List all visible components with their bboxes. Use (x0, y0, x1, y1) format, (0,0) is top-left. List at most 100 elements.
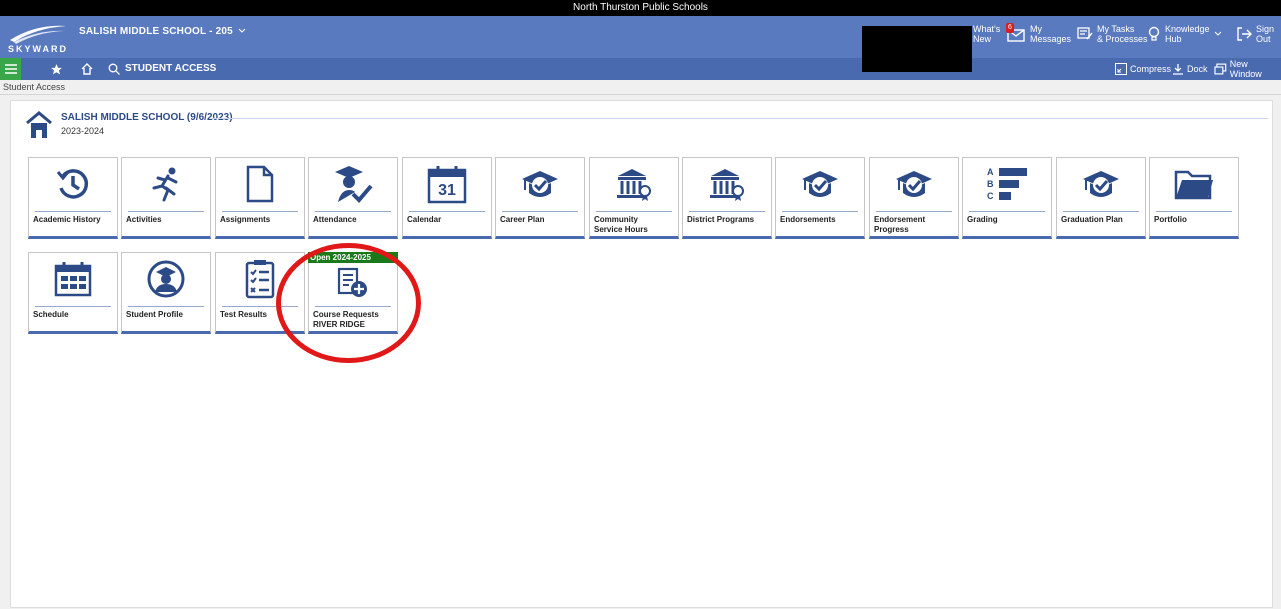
calendar-day: 31 (438, 182, 456, 199)
cap-check-icon (870, 161, 958, 207)
my-tasks-label: My Tasks & Processes (1097, 24, 1148, 44)
calendar-icon: 31 (403, 161, 491, 207)
sign-out-label: Sign Out (1256, 24, 1275, 44)
tile-calendar[interactable]: 31 Calendar (402, 157, 492, 239)
app-header: SKYWARD SALISH MIDDLE SCHOOL - 205 What'… (0, 16, 1281, 58)
tile-label: Grading (967, 215, 998, 224)
tile-community-service-hours[interactable]: Community Service Hours (589, 157, 679, 239)
cap-check-icon (1057, 161, 1145, 207)
menu-button[interactable] (0, 58, 21, 80)
grade-letter: B (987, 179, 994, 189)
logo-text: SKYWARD (8, 44, 69, 54)
tile-label: Academic History (33, 215, 101, 224)
grades-icon: A B C (963, 161, 1051, 207)
tile-label: Calendar (407, 215, 442, 224)
dock-label: Dock (1187, 64, 1208, 74)
knowledge-hub-button[interactable]: Knowledge Hub (1147, 24, 1222, 44)
messages-icon: 6 (1006, 23, 1026, 43)
school-title: SALISH MIDDLE SCHOOL - 205 (79, 26, 233, 37)
tile-label: Community Service Hours (594, 215, 648, 234)
my-messages-button[interactable]: 6 My Messages (1006, 23, 1072, 44)
tile-label: Career Plan (500, 215, 545, 224)
page-title: STUDENT ACCESS (125, 63, 217, 74)
tile-attendance[interactable]: Attendance (308, 157, 398, 239)
tile-grading[interactable]: A B C Grading (962, 157, 1052, 239)
building-award-icon (683, 161, 771, 207)
breadcrumb-label: Student Access (3, 82, 66, 92)
knowledge-hub-label: Knowledge Hub (1165, 24, 1210, 44)
tile-label: Student Profile (126, 310, 183, 319)
chevron-down-icon (1214, 31, 1221, 36)
new-window-icon (1214, 63, 1227, 75)
section-title: SALISH MIDDLE SCHOOL (9/6/2023) (61, 112, 233, 123)
star-icon (50, 63, 62, 74)
tile-label: Activities (126, 215, 162, 224)
tile-label: District Programs (687, 215, 755, 224)
dock-icon (1173, 64, 1183, 75)
cap-check-icon (496, 161, 584, 207)
whats-new-button[interactable]: What's New (973, 24, 1000, 44)
whats-new-label: What's New (973, 24, 1001, 44)
dock-button[interactable]: Dock (1172, 58, 1208, 80)
new-window-label: New Window (1229, 59, 1262, 79)
graduate-check-icon (309, 161, 397, 207)
new-window-button[interactable]: New Window (1214, 58, 1281, 80)
running-person-icon (122, 161, 210, 207)
tile-label: Schedule (33, 310, 69, 319)
home-icon (81, 63, 93, 75)
tile-activities[interactable]: Activities (121, 157, 211, 239)
redacted-block (862, 26, 972, 72)
compress-icon (1115, 63, 1127, 75)
history-icon (29, 161, 117, 207)
tile-label: Endorsements (780, 215, 836, 224)
tile-label: Graduation Plan (1061, 215, 1123, 224)
nav-bar: STUDENT ACCESS Compress Dock New Window (0, 58, 1281, 80)
hamburger-icon (4, 64, 17, 74)
my-tasks-button[interactable]: My Tasks & Processes (1077, 24, 1148, 44)
grade-letter: A (987, 167, 994, 177)
tile-portfolio[interactable]: Portfolio (1149, 157, 1239, 239)
grade-letter: C (987, 191, 994, 201)
tile-assignments[interactable]: Assignments (215, 157, 305, 239)
tile-label: Endorsement Progress (874, 215, 926, 234)
skyward-logo[interactable]: SKYWARD (6, 22, 68, 54)
compress-button[interactable]: Compress (1115, 58, 1171, 80)
tile-academic-history[interactable]: Academic History (28, 157, 118, 239)
tile-label: Assignments (220, 215, 271, 224)
school-selector[interactable]: SALISH MIDDLE SCHOOL - 205 (79, 26, 246, 37)
lightbulb-icon (1148, 26, 1160, 41)
breadcrumb: Student Access (0, 80, 1281, 95)
tile-career-plan[interactable]: Career Plan (495, 157, 585, 239)
tile-district-programs[interactable]: District Programs (682, 157, 772, 239)
tasks-icon (1077, 27, 1093, 40)
chevron-down-icon (238, 28, 246, 33)
section-divider (212, 118, 1268, 119)
building-award-icon (590, 161, 678, 207)
compress-label: Compress (1130, 64, 1172, 74)
highlight-circle-annotation (276, 243, 421, 363)
cap-check-icon (776, 161, 864, 207)
school-home-icon (26, 111, 52, 144)
home-button[interactable] (79, 58, 95, 80)
district-bar: North Thurston Public Schools (0, 0, 1281, 16)
tile-label: Portfolio (1154, 215, 1187, 224)
schedule-icon (29, 256, 117, 302)
tile-schedule[interactable]: Schedule (28, 252, 118, 334)
messages-count-badge: 6 (1006, 23, 1014, 33)
search-icon (108, 63, 120, 75)
section-year: 2023-2024 (61, 126, 105, 136)
tile-graduation-plan[interactable]: Graduation Plan (1056, 157, 1146, 239)
sign-out-button[interactable]: Sign Out (1236, 24, 1274, 44)
student-profile-icon (122, 256, 210, 302)
document-icon (216, 161, 304, 207)
tile-label: Attendance (313, 215, 357, 224)
search-button[interactable] (106, 58, 122, 80)
sign-out-icon (1237, 27, 1252, 41)
favorites-button[interactable] (47, 58, 65, 80)
tile-endorsement-progress[interactable]: Endorsement Progress (869, 157, 959, 239)
tile-endorsements[interactable]: Endorsements (775, 157, 865, 239)
district-name: North Thurston Public Schools (573, 2, 708, 13)
tile-student-profile[interactable]: Student Profile (121, 252, 211, 334)
folder-icon (1150, 161, 1238, 207)
my-messages-label: My Messages (1030, 24, 1072, 44)
